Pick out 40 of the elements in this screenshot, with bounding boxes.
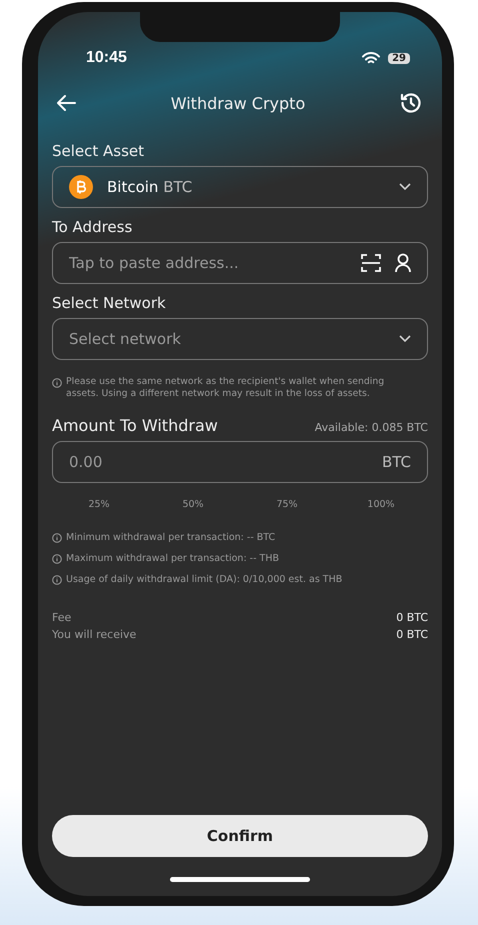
info-icon	[52, 532, 62, 543]
info-icon	[52, 554, 62, 564]
confirm-button[interactable]: Confirm	[52, 815, 428, 857]
battery-level: 29	[388, 52, 410, 64]
field-label: To Address	[52, 218, 134, 236]
limit-info: Usage of daily withdrawal limit (DA): 0/10,000 est. as THB	[66, 574, 342, 586]
summary-value: 0 BTC	[396, 611, 428, 624]
status-time: 10:45	[86, 49, 127, 67]
summary-label: You will receive	[52, 628, 136, 642]
chevron-down-icon	[399, 183, 411, 191]
scan-icon[interactable]	[361, 254, 381, 272]
address-input[interactable]: Tap to paste address...	[69, 254, 347, 272]
contact-icon[interactable]	[395, 253, 411, 273]
back-arrow-icon[interactable]	[56, 94, 76, 112]
asset-dropdown[interactable]: Bitcoin BTC	[52, 166, 428, 208]
percent-option[interactable]: 50%	[182, 497, 204, 512]
info-icon	[52, 574, 62, 585]
field-label: Select Asset	[52, 142, 146, 160]
summary-value: 0 BTC	[396, 628, 428, 642]
percent-option[interactable]: 75%	[276, 497, 298, 512]
network-dropdown[interactable]: Select network	[52, 318, 428, 360]
amount-field[interactable]: 0.00 BTC	[52, 441, 428, 484]
limit-info: Maximum withdrawal per transaction: -- THB	[66, 553, 280, 564]
chevron-down-icon	[399, 335, 411, 343]
amount-input[interactable]: 0.00	[69, 453, 368, 472]
address-field[interactable]: Tap to paste address...	[52, 242, 428, 284]
wifi-icon	[362, 52, 380, 64]
bitcoin-icon	[69, 175, 93, 199]
field-label: Select Network	[52, 294, 167, 312]
limit-info: Minimum withdrawal per transaction: -- BTC	[66, 532, 276, 544]
summary-label: Fee	[52, 611, 72, 624]
field-label: Amount To Withdraw	[52, 416, 218, 436]
percent-option[interactable]: 25%	[88, 497, 110, 512]
network-warning: Please use the same network as the recipient's wallet when sending assets. Using a different network may result in the loss of assets.	[66, 376, 386, 400]
page-title: Withdraw Crypto	[170, 94, 306, 112]
percent-option[interactable]: 100%	[367, 497, 395, 512]
available-balance: Available: 0.085 BTC	[314, 421, 428, 434]
history-icon[interactable]	[400, 92, 422, 114]
info-icon	[52, 378, 62, 388]
unit-label: BTC	[382, 453, 411, 472]
